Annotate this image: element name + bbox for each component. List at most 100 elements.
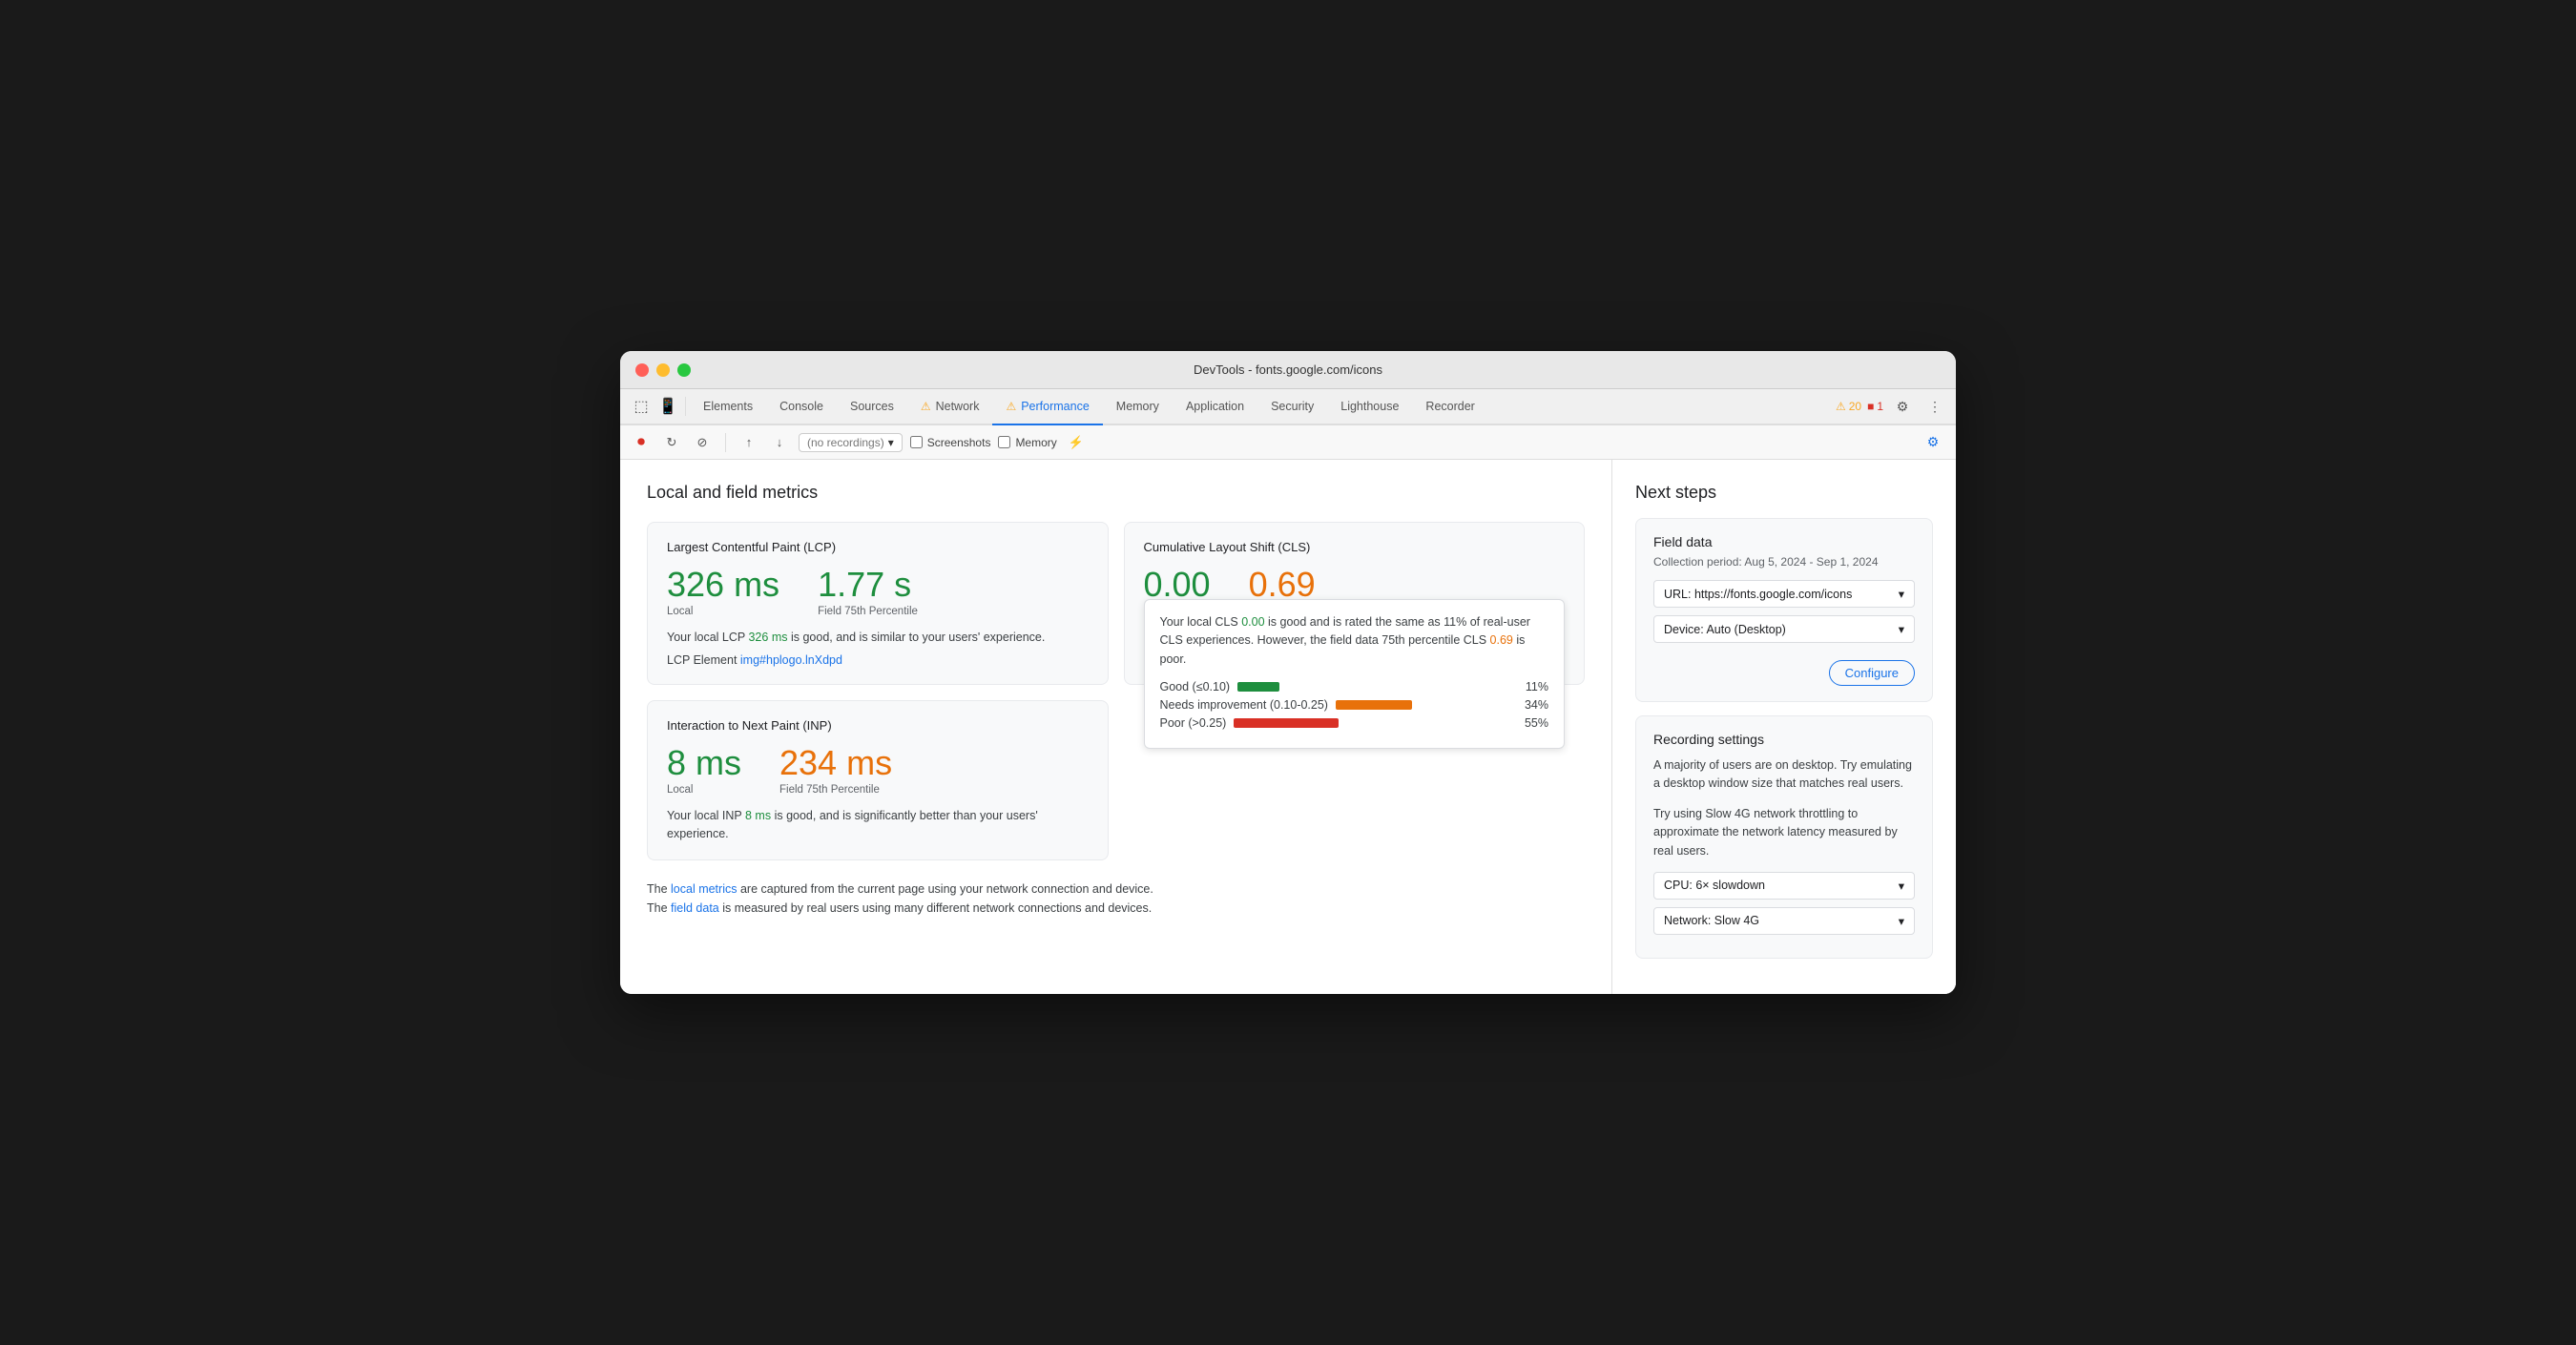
cls-tooltip-field: 0.69	[1490, 633, 1513, 647]
warning-triangle-icon: ⚠	[1836, 400, 1846, 413]
flame-chart-icon[interactable]: ⚡	[1065, 431, 1088, 454]
lcp-desc-value: 326 ms	[748, 631, 787, 644]
device-dropdown-arrow: ▾	[1899, 622, 1904, 636]
local-metrics-link[interactable]: local metrics	[671, 882, 737, 896]
cpu-dropdown-label: CPU: 6× slowdown	[1664, 879, 1765, 892]
cls-bar-needs-indicator	[1336, 700, 1412, 710]
settings-icon[interactable]: ⚙	[1889, 393, 1916, 420]
lcp-field-label: Field 75th Percentile	[818, 606, 918, 617]
device-dropdown[interactable]: Device: Auto (Desktop) ▾	[1653, 615, 1915, 643]
window-title: DevTools - fonts.google.com/icons	[1194, 362, 1382, 377]
tab-recorder[interactable]: Recorder	[1412, 389, 1487, 425]
tab-sources[interactable]: Sources	[837, 389, 907, 425]
upload-button[interactable]: ↑	[737, 431, 760, 454]
lcp-local-group: 326 ms Local	[667, 566, 779, 617]
field-data-link[interactable]: field data	[671, 901, 719, 915]
tab-application[interactable]: Application	[1173, 389, 1257, 425]
error-count-badge: ■ 1	[1867, 400, 1883, 413]
cls-local-value: 0.00	[1144, 566, 1211, 604]
network-dropdown-arrow: ▾	[1899, 914, 1904, 928]
inp-field-value: 234 ms	[779, 744, 892, 782]
metrics-grid: Largest Contentful Paint (LCP) 326 ms Lo…	[647, 522, 1585, 860]
tab-elements[interactable]: Elements	[690, 389, 766, 425]
configure-button[interactable]: Configure	[1829, 660, 1915, 686]
minimize-button[interactable]	[656, 363, 670, 377]
inp-desc-value: 8 ms	[745, 809, 771, 822]
cls-bar-good-indicator	[1237, 682, 1279, 692]
next-steps-title: Next steps	[1635, 483, 1933, 503]
recordings-select-label: (no recordings)	[807, 436, 884, 449]
lcp-local-label: Local	[667, 606, 779, 617]
inp-card: Interaction to Next Paint (INP) 8 ms Loc…	[647, 700, 1109, 860]
cls-tooltip-text: Your local CLS 0.00 is good and is rated…	[1160, 613, 1549, 669]
refresh-record-button[interactable]: ↻	[660, 431, 683, 454]
record-button[interactable]: ⏺	[630, 431, 653, 454]
performance-warning-icon: ⚠	[1006, 400, 1016, 413]
devtools-window: DevTools - fonts.google.com/icons ⬚ 📱 El…	[620, 351, 1956, 994]
recording-settings-card: Recording settings A majority of users a…	[1635, 715, 1933, 959]
more-options-icon[interactable]: ⋮	[1922, 393, 1948, 420]
clear-button[interactable]: ⊘	[691, 431, 714, 454]
lcp-description: Your local LCP 326 ms is good, and is si…	[667, 629, 1089, 647]
memory-checkbox[interactable]	[998, 436, 1010, 448]
footer: The local metrics are captured from the …	[647, 879, 1585, 918]
titlebar: DevTools - fonts.google.com/icons	[620, 351, 1956, 389]
url-dropdown[interactable]: URL: https://fonts.google.com/icons ▾	[1653, 580, 1915, 608]
field-data-title: Field data	[1653, 534, 1915, 549]
lcp-field-group: 1.77 s Field 75th Percentile	[818, 566, 918, 617]
recording-title: Recording settings	[1653, 732, 1915, 747]
memory-checkbox-group[interactable]: Memory	[998, 436, 1056, 449]
cls-bar-good: Good (≤0.10) 11%	[1160, 680, 1549, 693]
tab-network[interactable]: ⚠ Network	[907, 389, 993, 425]
inp-values: 8 ms Local 234 ms Field 75th Percentile	[667, 744, 1089, 796]
collection-period: Collection period: Aug 5, 2024 - Sep 1, …	[1653, 555, 1915, 569]
cls-bar-needs: Needs improvement (0.10-0.25) 34%	[1160, 698, 1549, 712]
cls-card: Cumulative Layout Shift (CLS) 0.00 Local…	[1124, 522, 1586, 685]
error-square-icon: ■	[1867, 400, 1874, 413]
cls-field-value: 0.69	[1249, 566, 1349, 604]
section-title: Local and field metrics	[647, 483, 1585, 503]
sidebar-settings-icon[interactable]: ⚙	[1920, 429, 1946, 456]
maximize-button[interactable]	[677, 363, 691, 377]
recording-desc1: A majority of users are on desktop. Try …	[1653, 756, 1915, 794]
tab-console[interactable]: Console	[766, 389, 837, 425]
recordings-dropdown[interactable]: (no recordings) ▾	[799, 433, 903, 452]
toolbar-right: ⚠ 20 ■ 1 ⚙ ⋮	[1836, 393, 1948, 420]
tab-bar: ⬚ 📱 Elements Console Sources ⚠ Network ⚠…	[620, 389, 1956, 425]
tab-lighthouse[interactable]: Lighthouse	[1327, 389, 1412, 425]
screenshots-checkbox[interactable]	[910, 436, 923, 448]
network-dropdown[interactable]: Network: Slow 4G ▾	[1653, 907, 1915, 935]
recording-desc2: Try using Slow 4G network throttling to …	[1653, 805, 1915, 860]
network-dropdown-label: Network: Slow 4G	[1664, 914, 1759, 927]
cls-bar-poor: Poor (>0.25) 55%	[1160, 716, 1549, 730]
inp-title: Interaction to Next Paint (INP)	[667, 718, 1089, 733]
lcp-values: 326 ms Local 1.77 s Field 75th Percentil…	[667, 566, 1089, 617]
tab-security[interactable]: Security	[1257, 389, 1327, 425]
recordings-dropdown-arrow: ▾	[888, 436, 894, 449]
close-button[interactable]	[635, 363, 649, 377]
lcp-element-link[interactable]: img#hplogo.lnXdpd	[740, 653, 842, 667]
left-panel: Local and field metrics Largest Contentf…	[620, 460, 1612, 994]
cls-tooltip: Your local CLS 0.00 is good and is rated…	[1144, 599, 1566, 749]
screenshots-checkbox-group[interactable]: Screenshots	[910, 436, 991, 449]
lcp-element: LCP Element img#hplogo.lnXdpd	[667, 653, 1089, 667]
url-dropdown-label: URL: https://fonts.google.com/icons	[1664, 588, 1852, 601]
download-button[interactable]: ↓	[768, 431, 791, 454]
traffic-lights	[635, 363, 691, 377]
tab-memory[interactable]: Memory	[1103, 389, 1173, 425]
lcp-local-value: 326 ms	[667, 566, 779, 604]
tab-performance[interactable]: ⚠ Performance	[992, 389, 1102, 425]
inp-field-label: Field 75th Percentile	[779, 784, 892, 796]
network-warning-icon: ⚠	[921, 400, 931, 413]
warning-count-badge: ⚠ 20	[1836, 400, 1861, 413]
cls-bar-poor-indicator	[1234, 718, 1339, 728]
cpu-dropdown[interactable]: CPU: 6× slowdown ▾	[1653, 872, 1915, 900]
inspect-element-icon[interactable]: ⬚	[628, 393, 654, 420]
lcp-title: Largest Contentful Paint (LCP)	[667, 540, 1089, 554]
inp-field-group: 234 ms Field 75th Percentile	[779, 744, 892, 796]
device-dropdown-label: Device: Auto (Desktop)	[1664, 623, 1786, 636]
device-toolbar-icon[interactable]: 📱	[654, 393, 681, 420]
inp-local-value: 8 ms	[667, 744, 741, 782]
main-content: Local and field metrics Largest Contentf…	[620, 460, 1956, 994]
lcp-card: Largest Contentful Paint (LCP) 326 ms Lo…	[647, 522, 1109, 685]
